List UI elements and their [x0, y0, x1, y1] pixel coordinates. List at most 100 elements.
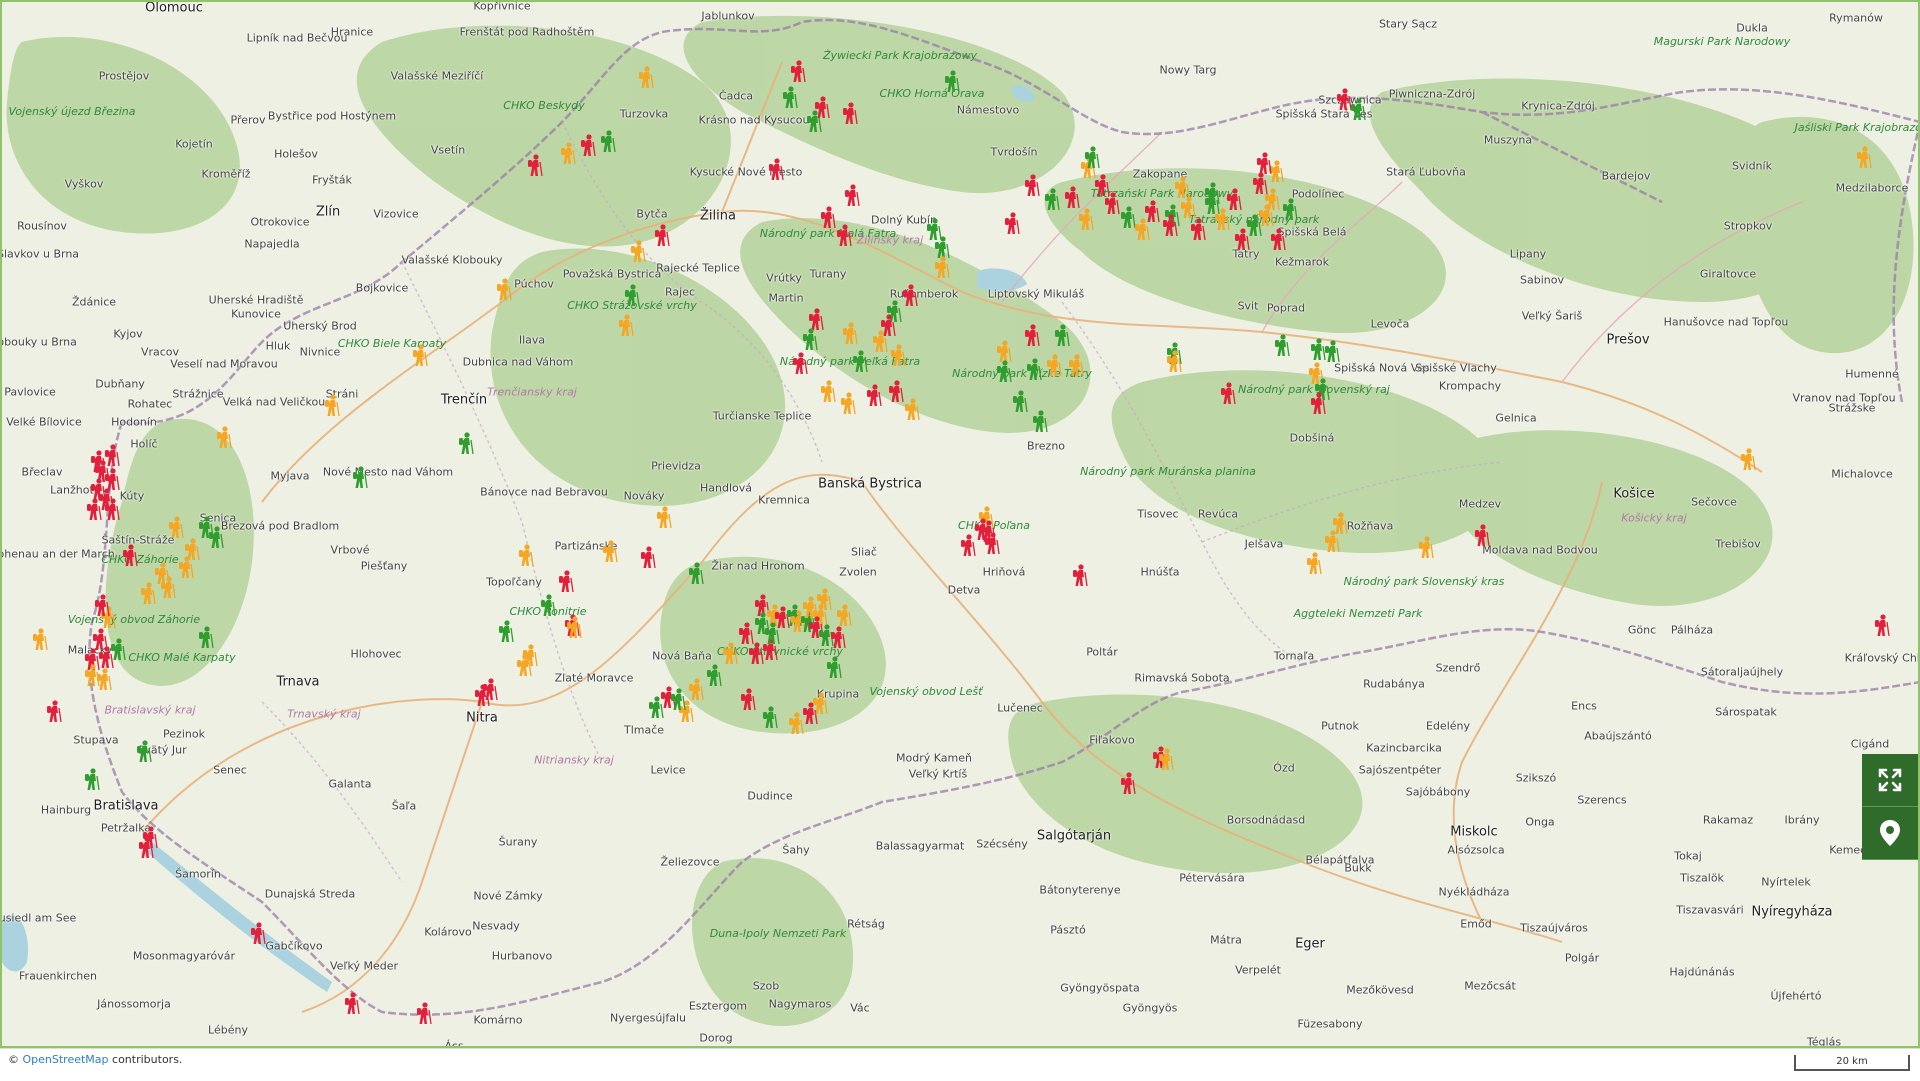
hiker-marker-orange-icon[interactable] — [932, 256, 952, 280]
hiker-marker-red-icon[interactable] — [1160, 214, 1180, 238]
hiker-marker-orange-icon[interactable] — [1416, 536, 1436, 560]
hiker-marker-green-icon[interactable] — [942, 70, 962, 94]
hiker-marker-red-icon[interactable] — [840, 102, 860, 126]
hiker-marker-red-icon[interactable] — [1118, 772, 1138, 796]
hiker-marker-red-icon[interactable] — [1142, 200, 1162, 224]
hiker-marker-red-icon[interactable] — [1218, 382, 1238, 406]
hiker-marker-green-icon[interactable] — [1082, 146, 1102, 170]
hiker-marker-green-icon[interactable] — [686, 562, 706, 586]
hiker-marker-red-icon[interactable] — [90, 628, 110, 652]
hiker-marker-red-icon[interactable] — [1872, 614, 1892, 638]
hiker-marker-green-icon[interactable] — [646, 696, 666, 720]
hiker-marker-orange-icon[interactable] — [1738, 448, 1758, 472]
hiker-marker-red-icon[interactable] — [1308, 392, 1328, 416]
hiker-marker-orange-icon[interactable] — [888, 344, 908, 368]
hiker-marker-green-icon[interactable] — [538, 594, 558, 618]
hiker-marker-orange-icon[interactable] — [516, 544, 536, 568]
hiker-marker-green-icon[interactable] — [196, 626, 216, 650]
hiker-marker-red-icon[interactable] — [842, 184, 862, 208]
hiker-marker-green-icon[interactable] — [1202, 182, 1222, 206]
hiker-marker-orange-icon[interactable] — [838, 392, 858, 416]
hiker-marker-green-icon[interactable] — [800, 328, 820, 352]
hiker-marker-red-icon[interactable] — [790, 352, 810, 376]
hiker-marker-red-icon[interactable] — [738, 688, 758, 712]
hiker-marker-red-icon[interactable] — [1224, 188, 1244, 212]
hiker-marker-orange-icon[interactable] — [686, 678, 706, 702]
hiker-marker-orange-icon[interactable] — [1044, 354, 1064, 378]
hiker-marker-orange-icon[interactable] — [564, 616, 584, 640]
hiker-marker-green-icon[interactable] — [456, 432, 476, 456]
hiker-marker-green-icon[interactable] — [496, 620, 516, 644]
hiker-marker-red-icon[interactable] — [766, 158, 786, 182]
locate-button[interactable] — [1862, 807, 1918, 860]
hiker-marker-orange-icon[interactable] — [720, 642, 740, 666]
hiker-marker-red-icon[interactable] — [864, 384, 884, 408]
hiker-marker-orange-icon[interactable] — [902, 398, 922, 422]
hiker-marker-green-icon[interactable] — [622, 284, 642, 308]
hiker-marker-green-icon[interactable] — [206, 526, 226, 550]
hiker-marker-green-icon[interactable] — [1348, 98, 1368, 122]
hiker-marker-orange-icon[interactable] — [214, 426, 234, 450]
hiker-marker-red-icon[interactable] — [578, 134, 598, 158]
hiker-marker-green-icon[interactable] — [1024, 358, 1044, 382]
hiker-marker-green-icon[interactable] — [108, 638, 128, 662]
hiker-marker-green-icon[interactable] — [1010, 390, 1030, 414]
hiker-marker-red-icon[interactable] — [1002, 212, 1022, 236]
hiker-marker-orange-icon[interactable] — [1066, 354, 1086, 378]
hiker-marker-orange-icon[interactable] — [514, 654, 534, 678]
hiker-marker-orange-icon[interactable] — [158, 576, 178, 600]
hiker-marker-red-icon[interactable] — [414, 1002, 434, 1026]
hiker-marker-red-icon[interactable] — [1062, 186, 1082, 210]
hiker-marker-green-icon[interactable] — [1052, 324, 1072, 348]
hiker-marker-red-icon[interactable] — [102, 444, 122, 468]
hiker-marker-green-icon[interactable] — [1322, 340, 1342, 364]
hiker-marker-red-icon[interactable] — [1254, 152, 1274, 176]
hiker-marker-green-icon[interactable] — [350, 466, 370, 490]
hiker-marker-orange-icon[interactable] — [654, 506, 674, 530]
hiker-marker-orange-icon[interactable] — [558, 142, 578, 166]
hiker-marker-orange-icon[interactable] — [1156, 748, 1176, 772]
hiker-marker-orange-icon[interactable] — [818, 380, 838, 404]
hiker-marker-red-icon[interactable] — [84, 498, 104, 522]
hiker-marker-red-icon[interactable] — [92, 594, 112, 618]
hiker-marker-red-icon[interactable] — [1022, 324, 1042, 348]
hiker-marker-red-icon[interactable] — [248, 922, 268, 946]
hiker-marker-green-icon[interactable] — [82, 768, 102, 792]
hiker-marker-green-icon[interactable] — [994, 360, 1014, 384]
hiker-marker-green-icon[interactable] — [1030, 410, 1050, 434]
hiker-marker-red-icon[interactable] — [1268, 228, 1288, 252]
hiker-marker-orange-icon[interactable] — [840, 322, 860, 346]
hiker-marker-orange-icon[interactable] — [30, 628, 50, 652]
hiker-marker-green-icon[interactable] — [824, 656, 844, 680]
hiker-marker-red-icon[interactable] — [638, 546, 658, 570]
hiker-marker-orange-icon[interactable] — [814, 588, 834, 612]
hiker-marker-red-icon[interactable] — [1188, 218, 1208, 242]
hiker-marker-green-icon[interactable] — [668, 688, 688, 712]
hiker-marker-orange-icon[interactable] — [410, 344, 430, 368]
fullscreen-button[interactable] — [1862, 754, 1918, 807]
hiker-marker-green-icon[interactable] — [760, 706, 780, 730]
hiker-marker-red-icon[interactable] — [746, 642, 766, 666]
hiker-marker-orange-icon[interactable] — [166, 516, 186, 540]
hiker-marker-orange-icon[interactable] — [322, 394, 342, 418]
hiker-marker-red-icon[interactable] — [834, 224, 854, 248]
hiker-marker-green-icon[interactable] — [804, 110, 824, 134]
hiker-marker-orange-icon[interactable] — [810, 692, 830, 716]
hiker-marker-orange-icon[interactable] — [600, 540, 620, 564]
hiker-marker-red-icon[interactable] — [342, 992, 362, 1016]
hiker-marker-red-icon[interactable] — [652, 224, 672, 248]
hiker-marker-green-icon[interactable] — [598, 130, 618, 154]
hiker-marker-orange-icon[interactable] — [1854, 146, 1874, 170]
hiker-marker-red-icon[interactable] — [44, 700, 64, 724]
hiker-marker-red-icon[interactable] — [1472, 524, 1492, 548]
hiker-marker-orange-icon[interactable] — [1076, 208, 1096, 232]
hiker-marker-red-icon[interactable] — [525, 154, 545, 178]
hiker-marker-red-icon[interactable] — [472, 684, 492, 708]
hiker-marker-orange-icon[interactable] — [636, 66, 656, 90]
hiker-marker-green-icon[interactable] — [850, 350, 870, 374]
hiker-marker-red-icon[interactable] — [878, 314, 898, 338]
hiker-marker-orange-icon[interactable] — [176, 556, 196, 580]
hiker-marker-green-icon[interactable] — [1042, 188, 1062, 212]
osm-link[interactable]: OpenStreetMap — [23, 1053, 109, 1066]
hiker-marker-orange-icon[interactable] — [494, 278, 514, 302]
